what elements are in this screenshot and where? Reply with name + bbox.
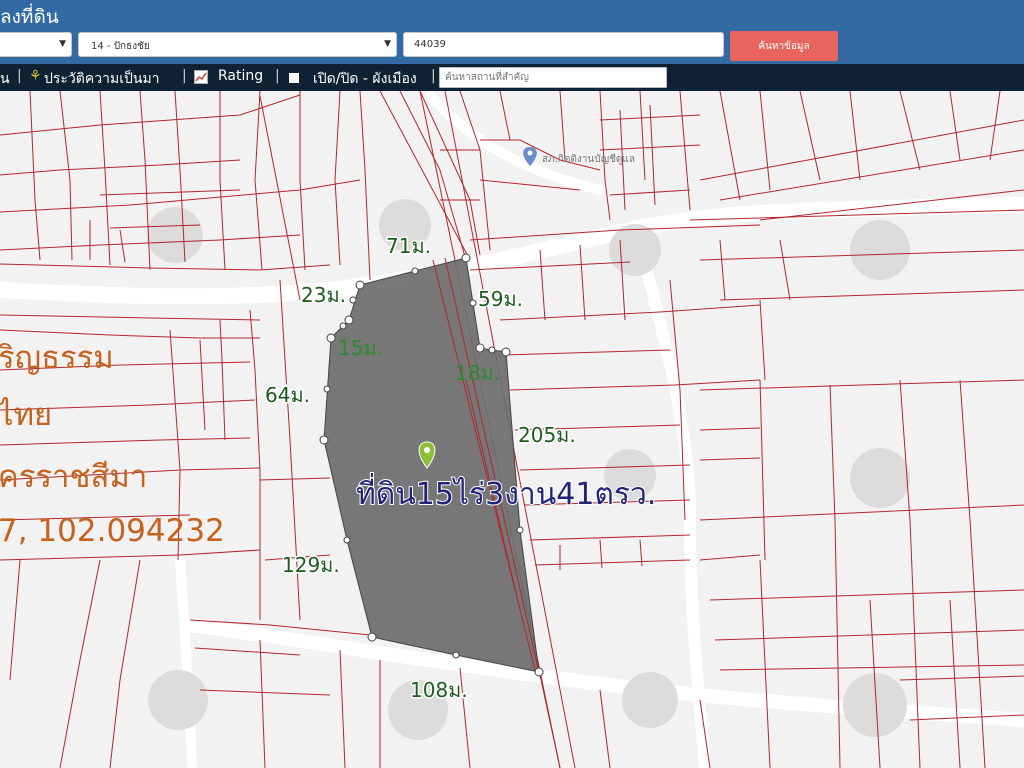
toolbar-town-plan-toggle[interactable]: เปิด/ปิด - ผังเมือง [313, 68, 417, 90]
rating-icon [194, 70, 208, 88]
parcel-area-label: ที่ดิน15ไร่3งาน41ตรว. [356, 473, 656, 512]
checkbox-icon[interactable] [289, 71, 299, 87]
dimension-label: 18ม. [455, 361, 500, 385]
overlay-line-4: 7, 102.094232 [0, 513, 225, 549]
toolbar-divider: | [431, 68, 436, 84]
dimension-label: 108ม. [410, 678, 468, 702]
dimension-label: 23ม. [301, 283, 346, 307]
toolbar-item-partial[interactable]: น [0, 68, 10, 90]
parcel-number-input[interactable] [403, 32, 724, 57]
toolbar-divider: | [182, 68, 187, 84]
toolbar-divider: | [17, 68, 22, 84]
dimension-label: 205ม. [518, 423, 576, 447]
dimension-label: 64ม. [265, 383, 310, 407]
province-select[interactable]: ▼ [0, 32, 72, 57]
parcel-map[interactable]: สภ.กิตติงานบัญชีดูแล ริญธรรม ไทย ครราชสี… [0, 91, 1024, 768]
district-select-value: 14 - ปักธงชัย [91, 41, 150, 52]
toolbar-history[interactable]: ประวัติความเป็นมา [44, 68, 160, 90]
chevron-down-icon: ▼ [59, 39, 66, 49]
landmark-search-input[interactable] [439, 67, 667, 88]
district-select[interactable]: 14 - ปักธงชัย ▼ [78, 32, 397, 57]
header-bar: ลงที่ดิน ▼ 14 - ปักธงชัย ▼ ค้นหาข้อมูล [0, 0, 1024, 64]
dimension-label: 59ม. [478, 287, 523, 311]
sprout-icon: ⚘ [29, 68, 42, 84]
search-button[interactable]: ค้นหาข้อมูล [730, 31, 838, 61]
poi-label: สภ.กิตติงานบัญชีดูแล [542, 153, 635, 165]
dimension-label: 15ม. [338, 336, 383, 360]
dimension-label: 129ม. [282, 553, 340, 577]
toolbar-divider: | [275, 68, 280, 84]
page-title: ลงที่ดิน [0, 6, 59, 28]
overlay-line-2: ไทย [0, 397, 52, 433]
overlay-line-1: ริญธรรม [0, 340, 114, 376]
overlay-line-3: ครราชสีมา [0, 459, 147, 495]
chevron-down-icon: ▼ [384, 39, 391, 49]
dimension-label: 71ม. [386, 234, 431, 258]
location-overlay-text: ริญธรรม ไทย ครราชสีมา 7, 102.094232 [0, 340, 225, 549]
toolbar-rating[interactable]: Rating [218, 68, 263, 84]
